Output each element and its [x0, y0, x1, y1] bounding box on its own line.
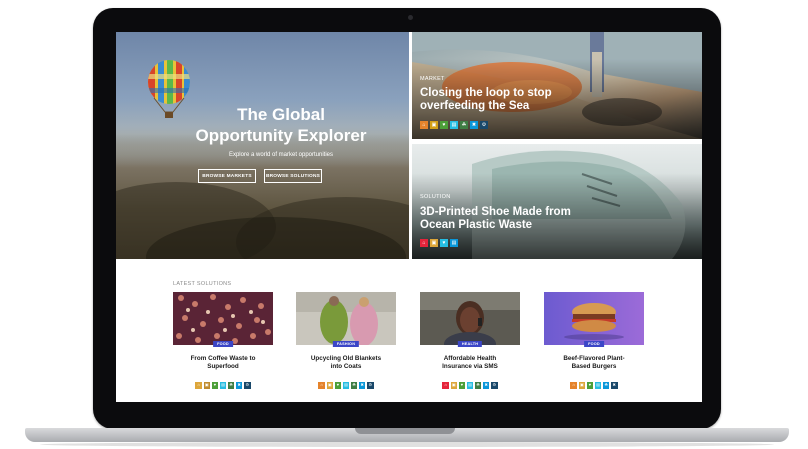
sdg-icon: ☘	[227, 382, 235, 389]
sdg-icon: ⌂	[570, 382, 578, 389]
item-title[interactable]: Beef-Flavored Plant- Based Burgers	[544, 355, 644, 371]
item-thumbnail[interactable]	[296, 292, 396, 345]
item-title-line2: Superfood	[207, 363, 239, 370]
sdg-7-icon: ⚙	[480, 121, 488, 129]
sdg-icon: ▤	[342, 382, 350, 389]
item-title-line2: Based Burgers	[571, 363, 617, 370]
market-card-sdg-icons: ⌂ ▣ ♥ ▤ ☘ ✖ ⚙	[420, 121, 488, 129]
sdg-1-icon: ⌂	[420, 239, 428, 247]
sdg-1-icon: ⌂	[420, 121, 428, 129]
sdg-icon: ⌂	[442, 382, 450, 389]
item-thumbnail[interactable]	[544, 292, 644, 345]
screen: The Global Opportunity Explorer Explore …	[116, 32, 702, 402]
item-category-badge: FOOD	[213, 341, 233, 347]
hero-subtitle: Explore a world of market opportunities	[228, 152, 334, 158]
sdg-icon: ⚙	[490, 382, 498, 389]
item-title-line1: Beef-Flavored Plant-	[563, 355, 625, 362]
latest-item[interactable]: HEALTH Affordable Health Insurance via S…	[420, 292, 520, 389]
sdg-icon: ▣	[203, 382, 211, 389]
item-sdg-icons: ⌂ ▣ ♥ ▤ ☘ ✖ ⚙	[173, 382, 273, 389]
market-card-title-line1: Closing the loop to stop	[420, 87, 552, 99]
sdg-icon: ▣	[450, 382, 458, 389]
sdg-icon: ✖	[235, 382, 243, 389]
sdg-icon: ▣	[578, 382, 586, 389]
sdg-icon: ▤	[594, 382, 602, 389]
sdg-icon: ▤	[466, 382, 474, 389]
item-sdg-icons: ⌂ ▣ ♥ ▤ ☘ ✖ ⚙	[296, 382, 396, 389]
item-thumbnail[interactable]	[173, 292, 273, 345]
sdg-icon: ♥	[334, 382, 342, 389]
sdg-icon: ⌂	[318, 382, 326, 389]
solution-card[interactable]: SOLUTION 3D-Printed Shoe Made from Ocean…	[412, 144, 702, 259]
coffee-beans-photo	[173, 292, 273, 345]
latest-item[interactable]: FOOD From Coffee Waste to Superfood ⌂ ▣ ♥ ▤…	[173, 292, 273, 389]
sdg-icon: ♥	[586, 382, 594, 389]
item-category-badge: FOOD	[584, 341, 604, 347]
sdg-6-icon: ✖	[470, 121, 478, 129]
solution-card-title[interactable]: 3D-Printed Shoe Made from Ocean Plastic …	[420, 206, 595, 232]
browse-markets-button[interactable]: BROWSE MARKETS	[198, 169, 256, 183]
sdg-4-icon: ▤	[450, 239, 458, 247]
sdg-3-icon: ♥	[440, 121, 448, 129]
sdg-icon: ♥	[211, 382, 219, 389]
item-thumbnail[interactable]	[420, 292, 520, 345]
sdg-icon: ✖	[482, 382, 490, 389]
hero-title: The Global Opportunity Explorer	[156, 104, 406, 146]
hero-title-line1: The Global	[237, 105, 325, 124]
sdg-2-icon: ▣	[430, 121, 438, 129]
browse-solutions-button[interactable]: BROWSE SOLUTIONS	[264, 169, 322, 183]
item-category-badge: HEALTH	[457, 341, 483, 347]
blanket-coats-photo	[296, 292, 396, 345]
sdg-icon: ⚙	[243, 382, 251, 389]
market-card-title[interactable]: Closing the loop to stop overfeeding the…	[420, 87, 595, 113]
sdg-icon: ☘	[350, 382, 358, 389]
market-card[interactable]: MARKET Closing the loop to stop overfeed…	[412, 32, 702, 139]
latest-item[interactable]: FASHION Upcycling Old Blankets into Coat…	[296, 292, 396, 389]
item-sdg-icons: ⌂ ▣ ♥ ▤ ☘ ✖ ⚙	[420, 382, 520, 389]
camera-icon	[408, 15, 413, 20]
item-title-line1: Affordable Health	[443, 355, 497, 362]
sdg-icon: ⌂	[195, 382, 203, 389]
sdg-icon: ▣	[326, 382, 334, 389]
sdg-icon: ▤	[219, 382, 227, 389]
sdg-5-icon: ☘	[460, 121, 468, 129]
sdg-icon: ✖	[610, 382, 618, 389]
burger-photo	[544, 292, 644, 345]
item-title-line2: Insurance via SMS	[442, 363, 498, 370]
sdg-icon: ☘	[602, 382, 610, 389]
item-category-badge: FASHION	[332, 341, 360, 347]
hero-banner: The Global Opportunity Explorer Explore …	[116, 32, 409, 259]
sdg-4-icon: ▤	[450, 121, 458, 129]
item-title-line2: into Coats	[330, 363, 362, 370]
sdg-icon: ☘	[474, 382, 482, 389]
market-card-kicker: MARKET	[420, 76, 445, 82]
laptop-notch	[355, 428, 455, 434]
item-title[interactable]: From Coffee Waste to Superfood	[173, 355, 273, 371]
sdg-2-icon: ▣	[430, 239, 438, 247]
item-sdg-icons: ⌂ ▣ ♥ ▤ ☘ ✖	[544, 382, 644, 389]
item-title[interactable]: Upcycling Old Blankets into Coats	[296, 355, 396, 371]
market-card-title-line2: overfeeding the Sea	[420, 100, 530, 112]
sdg-icon: ♥	[458, 382, 466, 389]
sdg-icon: ✖	[358, 382, 366, 389]
item-title-line1: Upcycling Old Blankets	[310, 355, 382, 362]
latest-solutions-label: LATEST SOLUTIONS	[173, 281, 232, 287]
solution-card-kicker: SOLUTION	[420, 194, 451, 200]
sdg-icon: ⚙	[366, 382, 374, 389]
woman-phone-photo	[420, 292, 520, 345]
solution-card-title-line1: 3D-Printed Shoe Made from	[420, 206, 571, 218]
laptop-shadow	[40, 442, 774, 447]
solution-card-sdg-icons: ⌂ ▣ ♥ ▤	[420, 239, 458, 247]
hero-title-line2: Opportunity Explorer	[195, 126, 367, 145]
item-title[interactable]: Affordable Health Insurance via SMS	[420, 355, 520, 371]
latest-item[interactable]: FOOD Beef-Flavored Plant- Based Burgers …	[544, 292, 644, 389]
item-title-line1: From Coffee Waste to	[190, 355, 256, 362]
solution-card-title-line2: Ocean Plastic Waste	[420, 219, 533, 231]
sdg-3-icon: ♥	[440, 239, 448, 247]
